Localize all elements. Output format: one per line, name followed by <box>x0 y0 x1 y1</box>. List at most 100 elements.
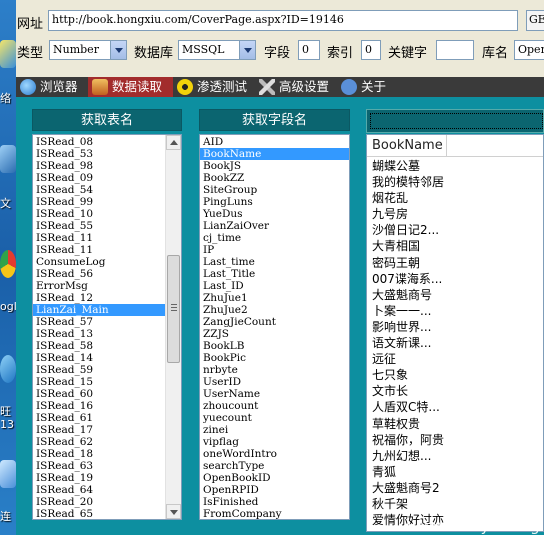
chevron-down-icon[interactable] <box>239 41 255 59</box>
list-item[interactable]: ErrorMsg <box>33 280 165 292</box>
list-item[interactable]: nrbyte <box>200 364 349 376</box>
table-row[interactable]: 大盛魁商号 <box>367 287 543 303</box>
desktop-app-icon[interactable] <box>0 460 16 488</box>
table-row[interactable]: 祝福你，阿贵 <box>367 432 543 448</box>
list-item[interactable]: ISRead_98 <box>33 160 165 172</box>
table-row[interactable]: 沙僧日记2... <box>367 222 543 238</box>
list-item[interactable]: ISRead_11 <box>33 232 165 244</box>
results-grid[interactable]: BookName 蝴蝶公墓 我的模特邻居 烟花乱 九号房 沙僧日记2... 大青相国 密码王… <box>366 134 544 532</box>
list-item[interactable]: oneWordIntro <box>200 448 349 460</box>
list-item[interactable]: cj_time <box>200 232 349 244</box>
list-item[interactable]: vipflag <box>200 436 349 448</box>
list-item[interactable]: ISRead_11 <box>33 244 165 256</box>
table-row[interactable]: 007谍海系... <box>367 271 543 287</box>
list-item[interactable]: BookPic <box>200 352 349 364</box>
go-button[interactable]: GE <box>526 10 544 31</box>
chrome-icon[interactable] <box>0 250 16 278</box>
table-row[interactable]: 七只象 <box>367 367 543 383</box>
tab-pentest[interactable]: 渗透测试 <box>173 77 255 97</box>
table-row[interactable]: 语文新课... <box>367 335 543 351</box>
table-row[interactable]: 卜案一一... <box>367 303 543 319</box>
table-row[interactable]: 九号房 <box>367 206 543 222</box>
table-row[interactable]: 草鞋权贵 <box>367 416 543 432</box>
list-item[interactable]: zhoucount <box>200 400 349 412</box>
list-item[interactable]: ISRead_20 <box>33 496 165 508</box>
tab-advanced-settings[interactable]: 高级设置 <box>255 77 337 97</box>
list-item[interactable]: ConsumeLog <box>33 256 165 268</box>
list-item[interactable]: ISRead_99 <box>33 196 165 208</box>
tables-listbox[interactable]: ISRead_08 ISRead_53 ISRead_98 ISRead_09 ISRe… <box>32 134 182 520</box>
list-item[interactable]: ISRead_16 <box>33 400 165 412</box>
list-item[interactable]: BookName <box>200 148 349 160</box>
list-item[interactable]: FromCompany <box>200 508 349 519</box>
list-item[interactable]: YueDus <box>200 208 349 220</box>
list-item[interactable]: ISRead_09 <box>33 172 165 184</box>
list-item[interactable]: ISRead_53 <box>33 148 165 160</box>
table-row[interactable]: 远征 <box>367 351 543 367</box>
database-select[interactable]: MSSQL <box>178 40 256 60</box>
table-row[interactable]: 青狐 <box>367 464 543 480</box>
list-item[interactable]: OpenRPID <box>200 484 349 496</box>
scroll-up-icon[interactable] <box>166 135 181 150</box>
table-row[interactable]: 我的模特邻居 <box>367 174 543 190</box>
list-item[interactable]: LianZaiOver <box>200 220 349 232</box>
list-item[interactable]: ISRead_63 <box>33 460 165 472</box>
tables-scrollbar[interactable] <box>165 135 181 519</box>
table-row[interactable]: 密码王朝 <box>367 255 543 271</box>
list-item[interactable]: Last_Title <box>200 268 349 280</box>
field-count-input[interactable]: 0 <box>298 40 320 60</box>
list-item[interactable]: yuecount <box>200 412 349 424</box>
table-row[interactable]: 人盾双C特... <box>367 399 543 415</box>
list-item[interactable]: zinei <box>200 424 349 436</box>
keyword-input[interactable] <box>436 40 474 60</box>
list-item[interactable]: Last_time <box>200 256 349 268</box>
index-input[interactable]: 0 <box>361 40 381 60</box>
list-item[interactable]: ISRead_15 <box>33 376 165 388</box>
tab-about[interactable]: 关于 <box>337 77 397 97</box>
list-item[interactable]: BookZZ <box>200 172 349 184</box>
list-item[interactable]: ISRead_65 <box>33 508 165 519</box>
list-item[interactable]: ISRead_17 <box>33 424 165 436</box>
list-item[interactable]: AID <box>200 136 349 148</box>
list-item[interactable]: ISRead_54 <box>33 184 165 196</box>
desktop-app-icon[interactable] <box>0 355 16 383</box>
list-item[interactable]: ISRead_58 <box>33 340 165 352</box>
table-row[interactable]: 蝴蝶公墓 <box>367 158 543 174</box>
list-item[interactable]: ISRead_08 <box>33 136 165 148</box>
list-item[interactable]: ZZJS <box>200 328 349 340</box>
list-item[interactable]: ISRead_60 <box>33 388 165 400</box>
list-item[interactable]: ISRead_13 <box>33 328 165 340</box>
list-item[interactable]: ISRead_19 <box>33 472 165 484</box>
list-item[interactable]: OpenBookID <box>200 472 349 484</box>
desktop-app-icon[interactable] <box>0 145 16 173</box>
list-item[interactable]: searchType <box>200 460 349 472</box>
list-item[interactable]: ZhuJue2 <box>200 304 349 316</box>
table-row[interactable]: 文市长 <box>367 383 543 399</box>
list-item[interactable]: ISRead_57 <box>33 316 165 328</box>
desktop-app-icon[interactable] <box>0 40 16 68</box>
table-row[interactable]: 九州幻想... <box>367 448 543 464</box>
list-item[interactable]: IsFinished <box>200 496 349 508</box>
list-item[interactable]: ISRead_56 <box>33 268 165 280</box>
scroll-down-icon[interactable] <box>166 504 181 519</box>
type-select[interactable]: Number <box>49 40 127 60</box>
list-item[interactable]: ISRead_62 <box>33 436 165 448</box>
list-item[interactable]: PingLuns <box>200 196 349 208</box>
list-item[interactable]: BookLB <box>200 340 349 352</box>
list-item[interactable]: IP <box>200 244 349 256</box>
list-item[interactable]: UserName <box>200 388 349 400</box>
list-item[interactable]: SiteGroup <box>200 184 349 196</box>
fields-listbox[interactable]: AID BookName BookJS BookZZ SiteGroup PingLuns… <box>199 134 350 520</box>
list-item[interactable]: Last_ID <box>200 280 349 292</box>
table-row[interactable]: 影响世界... <box>367 319 543 335</box>
list-item[interactable]: ISRead_64 <box>33 484 165 496</box>
list-item[interactable]: LianZai_Main <box>33 304 165 316</box>
url-input[interactable]: http://book.hongxiu.com/CoverPage.aspx?I… <box>48 10 518 31</box>
table-row[interactable]: 烟花乱 <box>367 190 543 206</box>
chevron-down-icon[interactable] <box>110 41 126 59</box>
table-row[interactable]: 秋千架 <box>367 496 543 512</box>
table-row[interactable]: 大盛魁商号2 <box>367 480 543 496</box>
list-item[interactable]: ZangJieCount <box>200 316 349 328</box>
list-item[interactable]: ISRead_14 <box>33 352 165 364</box>
list-item[interactable]: ZhuJue1 <box>200 292 349 304</box>
